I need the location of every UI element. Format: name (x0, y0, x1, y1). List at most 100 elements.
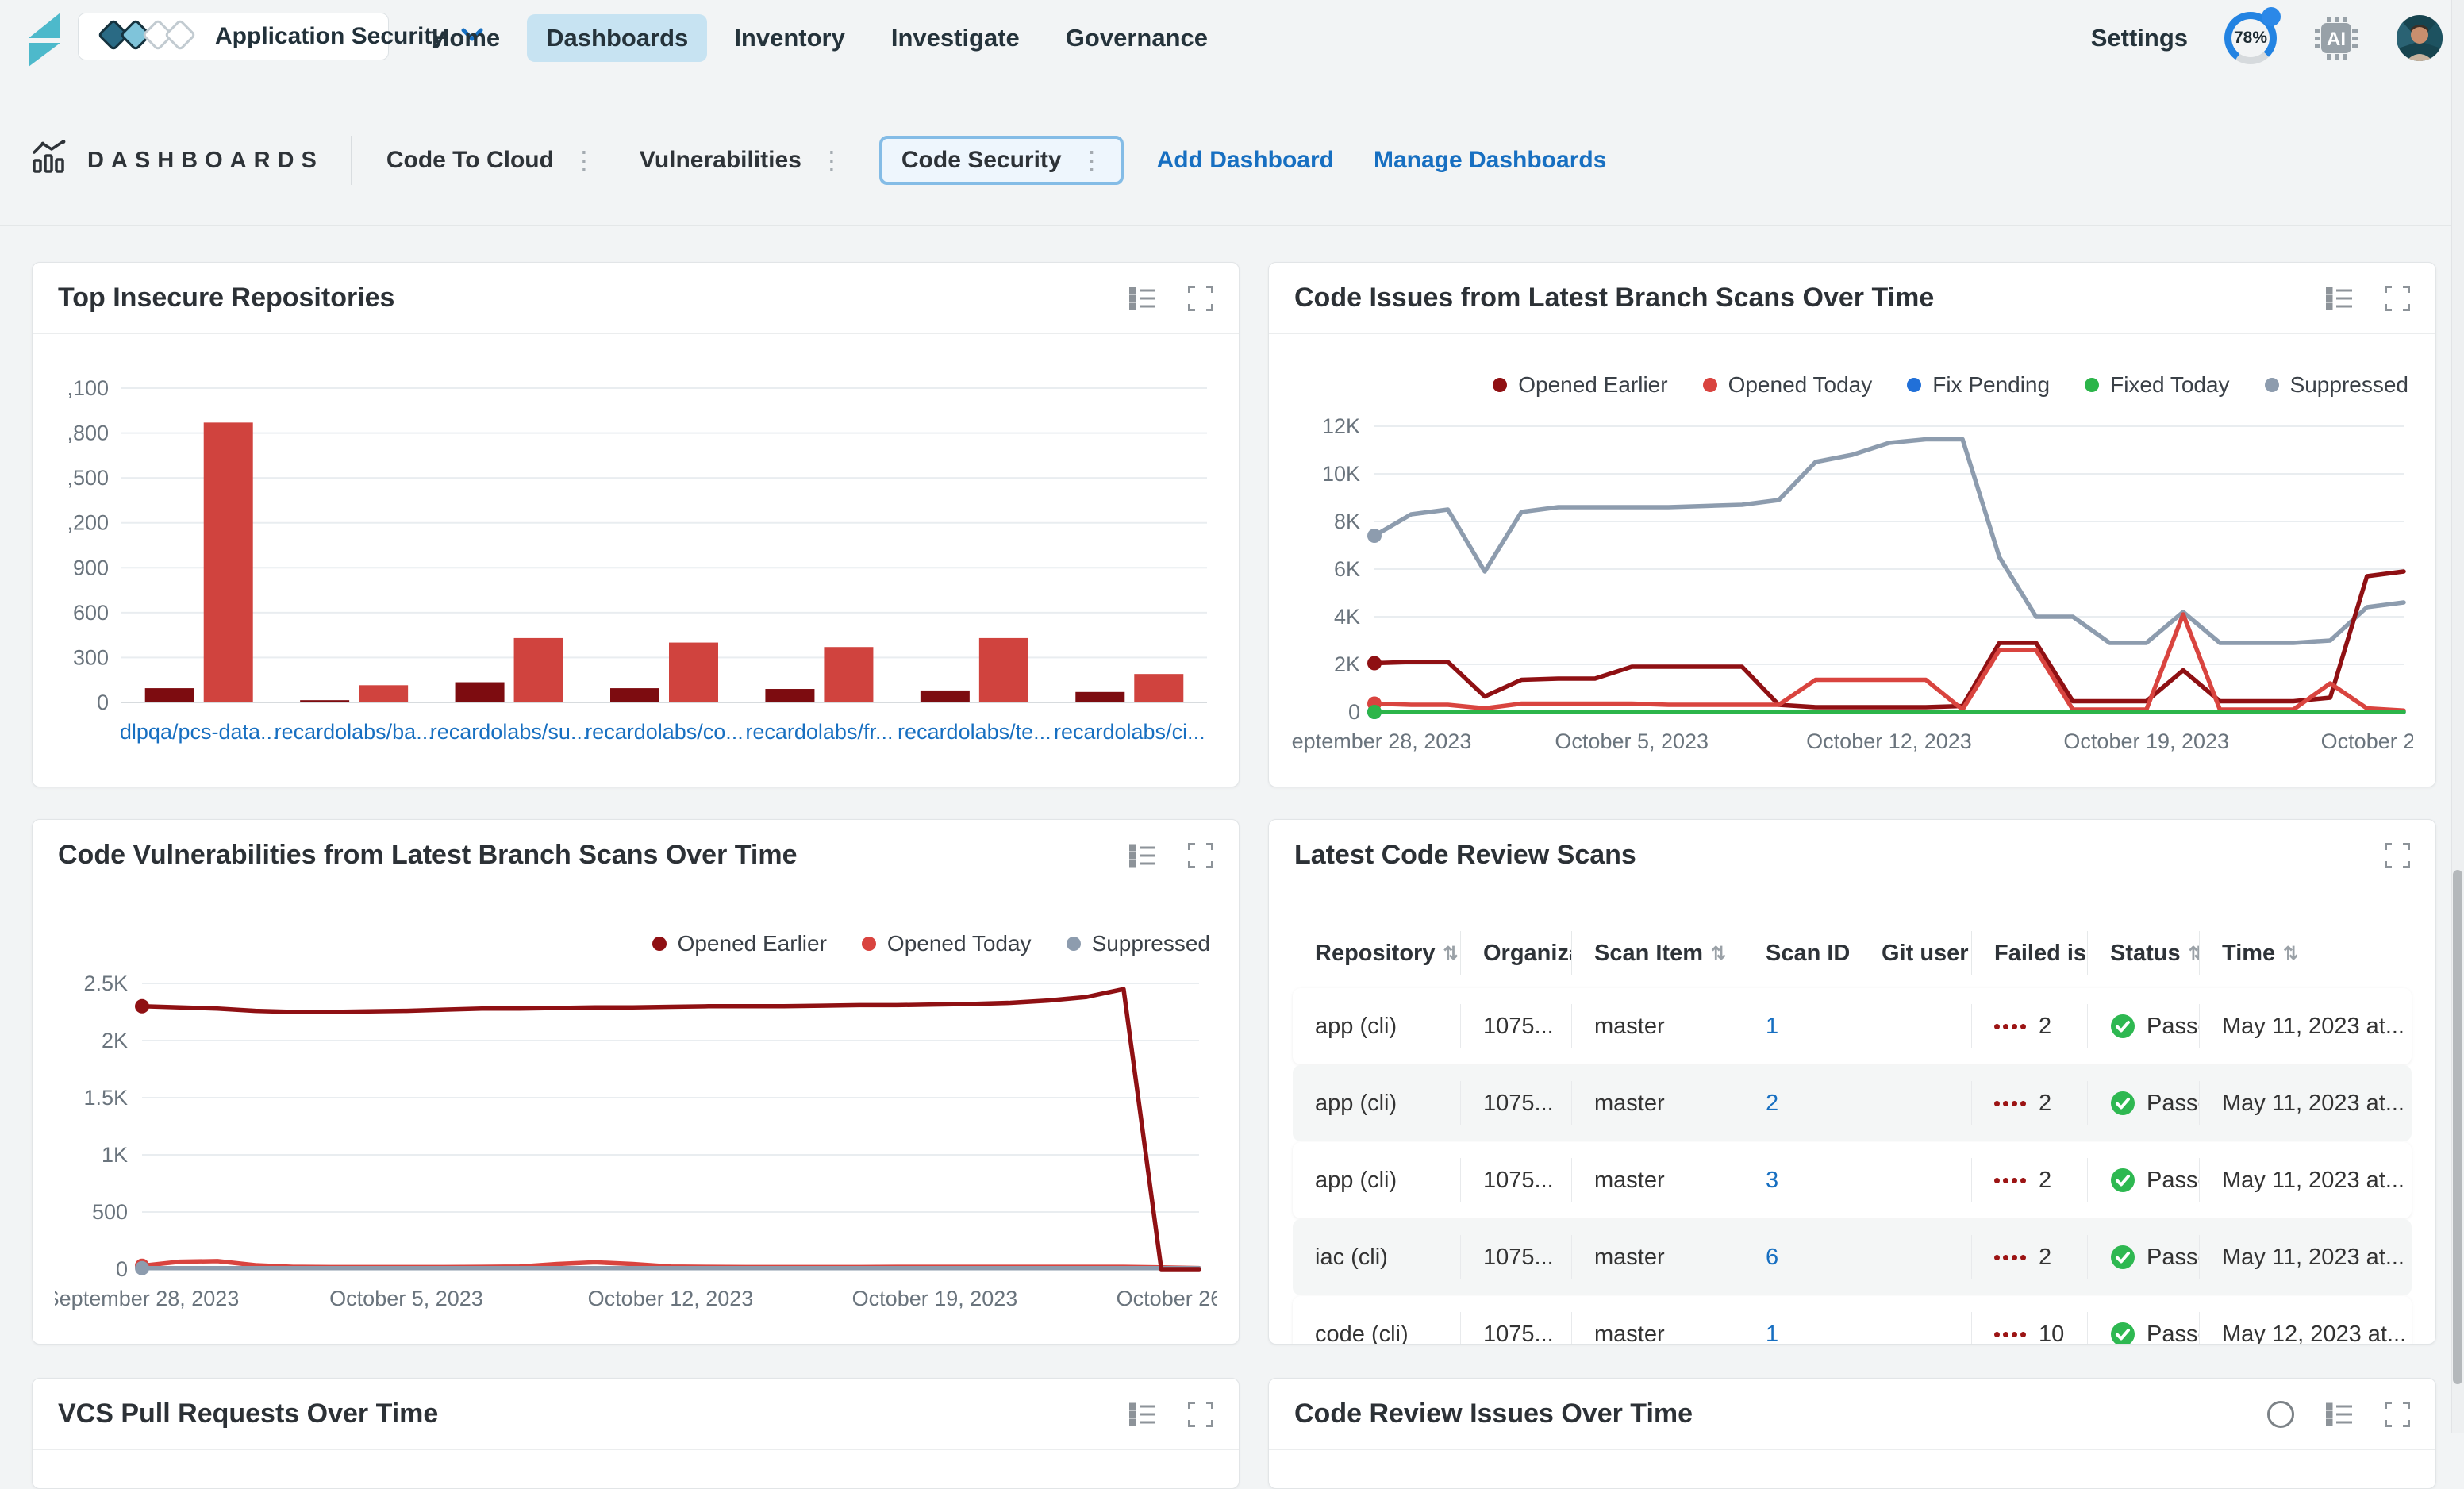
passed-check-icon (2110, 1322, 2135, 1345)
column-header-repository[interactable]: Repository⇅ (1293, 931, 1461, 975)
status-text: Passed (2147, 1245, 2200, 1271)
repository-link[interactable]: recardolabs/te... (898, 720, 1051, 744)
expand-icon[interactable] (2385, 843, 2410, 868)
repository-link[interactable]: dlpqa/pcs-data... (120, 720, 279, 744)
list-view-icon[interactable] (1129, 287, 1156, 310)
expand-icon[interactable] (2385, 1402, 2410, 1427)
svg-text:10K: 10K (1322, 462, 1360, 486)
list-view-icon[interactable] (1129, 1402, 1156, 1426)
bar-chart-icon (32, 140, 68, 181)
manage-dashboards-link[interactable]: Manage Dashboards (1367, 147, 1613, 174)
dashboard-tab-code-to-cloud[interactable]: Code To Cloud⋮ (379, 136, 608, 185)
kebab-menu-icon[interactable]: ⋮ (1076, 152, 1108, 168)
status-text: Passed (2147, 1091, 2200, 1117)
column-header-failed-issu[interactable]: Failed issu (1972, 931, 2088, 975)
cell-failed-issues: 10 (1972, 1312, 2088, 1345)
column-header-git-user[interactable]: Git user↓ (1859, 931, 1972, 975)
cell-status: Passed (2088, 1004, 2200, 1048)
cell-failed-issues: 2 (1972, 1235, 2088, 1279)
nav-item-inventory[interactable]: Inventory (715, 14, 864, 62)
app-switcher-label: Application Security (215, 23, 445, 50)
table-row[interactable]: iac (cli)1075...master62PassedMay 11, 20… (1293, 1219, 2412, 1295)
user-avatar[interactable] (2396, 14, 2443, 62)
column-header-scan-item[interactable]: Scan Item⇅ (1572, 931, 1743, 975)
svg-text:September 28, 2023: September 28, 2023 (55, 1287, 239, 1310)
column-header-status[interactable]: Status⇅ (2088, 931, 2200, 975)
cell-repository: code (cli) (1293, 1312, 1461, 1345)
sort-icon[interactable]: ⇅ (2189, 943, 2200, 964)
table-row[interactable]: app (cli)1075...master12PassedMay 11, 20… (1293, 988, 2412, 1064)
usage-ring-badge[interactable]: 78% (2224, 12, 2277, 64)
nav-item-governance[interactable]: Governance (1047, 14, 1227, 62)
repository-link[interactable]: recardolabs/co... (585, 720, 744, 744)
primary-nav: HomeDashboardsInventoryInvestigateGovern… (413, 0, 1227, 76)
sort-icon[interactable]: ⇅ (1443, 943, 1458, 964)
cell-scan-id-link[interactable]: 1 (1743, 1004, 1859, 1048)
cell-failed-issues: 2 (1972, 1004, 2088, 1048)
svg-text:600: 600 (73, 601, 109, 625)
top-nav: Application Security HomeDashboardsInven… (0, 0, 2464, 76)
table-row[interactable]: app (cli)1075...master22PassedMay 11, 20… (1293, 1065, 2412, 1141)
repository-link[interactable]: recardolabs/su... (430, 720, 589, 744)
cell-scan-item: master (1572, 1081, 1743, 1125)
passed-check-icon (2110, 1168, 2135, 1193)
panel-code-review-issues: Code Review Issues Over Time (1268, 1378, 2436, 1489)
sort-icon[interactable]: ⇅ (2283, 943, 2298, 964)
column-header-time[interactable]: Time⇅ (2200, 931, 2412, 975)
tab-label: Code Security (901, 147, 1062, 174)
table-row[interactable]: code (cli)1075...master110PassedMay 12, … (1293, 1296, 2412, 1345)
svg-text:0: 0 (1348, 700, 1360, 724)
svg-text:September 28, 2023: September 28, 2023 (1291, 729, 1471, 753)
header-right-cluster: Settings 78% AI (2091, 0, 2443, 76)
kebab-menu-icon[interactable]: ⋮ (568, 152, 600, 168)
cell-time: May 11, 2023 at... (2200, 1081, 2412, 1125)
svg-text:0: 0 (116, 1257, 128, 1281)
brand-logo-icon[interactable] (19, 10, 65, 72)
nav-item-home[interactable]: Home (413, 14, 519, 62)
settings-button[interactable]: Settings (2091, 24, 2188, 52)
page-scrollbar-thumb[interactable] (2453, 870, 2462, 1384)
repository-link[interactable]: recardolabs/ci... (1054, 720, 1205, 744)
expand-icon[interactable] (1188, 286, 1213, 311)
cell-scan-item: master (1572, 1004, 1743, 1048)
nav-item-dashboards[interactable]: Dashboards (527, 14, 707, 62)
dashboard-tabs: Code To Cloud⋮ Vulnerabilities⋮ Code Secur… (379, 136, 1124, 185)
expand-icon[interactable] (2385, 286, 2410, 311)
severity-dots-icon (1994, 1024, 2026, 1029)
list-view-icon[interactable] (1129, 844, 1156, 868)
module-diamonds-icon (98, 16, 199, 58)
repository-link[interactable]: recardolabs/fr... (745, 720, 893, 744)
ai-assistant-icon[interactable]: AI (2313, 15, 2359, 61)
cell-scan-item: master (1572, 1312, 1743, 1345)
list-view-icon[interactable] (2326, 287, 2353, 310)
code-issues-line-chart: 02K4K6K8K10K12KSeptember 28, 2023October… (1291, 382, 2413, 787)
column-header-scan-id[interactable]: Scan ID⇅ (1743, 931, 1859, 975)
nav-item-investigate[interactable]: Investigate (872, 14, 1039, 62)
cell-scan-id-link[interactable]: 3 (1743, 1158, 1859, 1202)
svg-text:12K: 12K (1322, 414, 1360, 438)
svg-text:6K: 6K (1334, 557, 1360, 581)
column-header-organizat[interactable]: Organizat (1461, 931, 1572, 975)
svg-text:900: 900 (73, 556, 109, 579)
expand-icon[interactable] (1188, 1402, 1213, 1427)
cell-scan-item: master (1572, 1158, 1743, 1202)
cell-scan-id-link[interactable]: 6 (1743, 1235, 1859, 1279)
insecure-repos-bar-chart: 0300600900,200,500,800,100dlpqa/pcs-data… (52, 374, 1218, 784)
table-row[interactable]: app (cli)1075...master32PassedMay 11, 20… (1293, 1142, 2412, 1218)
sort-icon[interactable]: ⇅ (1711, 943, 1726, 964)
dashboard-tab-code-security[interactable]: Code Security ⋮ (879, 136, 1124, 185)
svg-text:,100: ,100 (67, 376, 109, 400)
panel-title: Code Review Issues Over Time (1294, 1399, 1693, 1429)
list-view-icon[interactable] (2326, 1402, 2353, 1426)
panel-top-insecure-repositories: Top Insecure Repositories 0300600900,200… (32, 262, 1240, 787)
expand-icon[interactable] (1188, 843, 1213, 868)
dashboard-tab-vulnerabilities[interactable]: Vulnerabilities⋮ (632, 136, 855, 185)
cell-time: May 12, 2023 at... (2200, 1312, 2412, 1345)
add-dashboard-link[interactable]: Add Dashboard (1151, 147, 1340, 174)
app-switcher-dropdown[interactable]: Application Security (78, 13, 389, 60)
cell-scan-id-link[interactable]: 2 (1743, 1081, 1859, 1125)
cell-scan-id-link[interactable]: 1 (1743, 1312, 1859, 1345)
kebab-menu-icon[interactable]: ⋮ (816, 152, 848, 168)
svg-text:October 12, 2023: October 12, 2023 (1806, 729, 1972, 753)
repository-link[interactable]: recardolabs/ba... (275, 720, 434, 744)
